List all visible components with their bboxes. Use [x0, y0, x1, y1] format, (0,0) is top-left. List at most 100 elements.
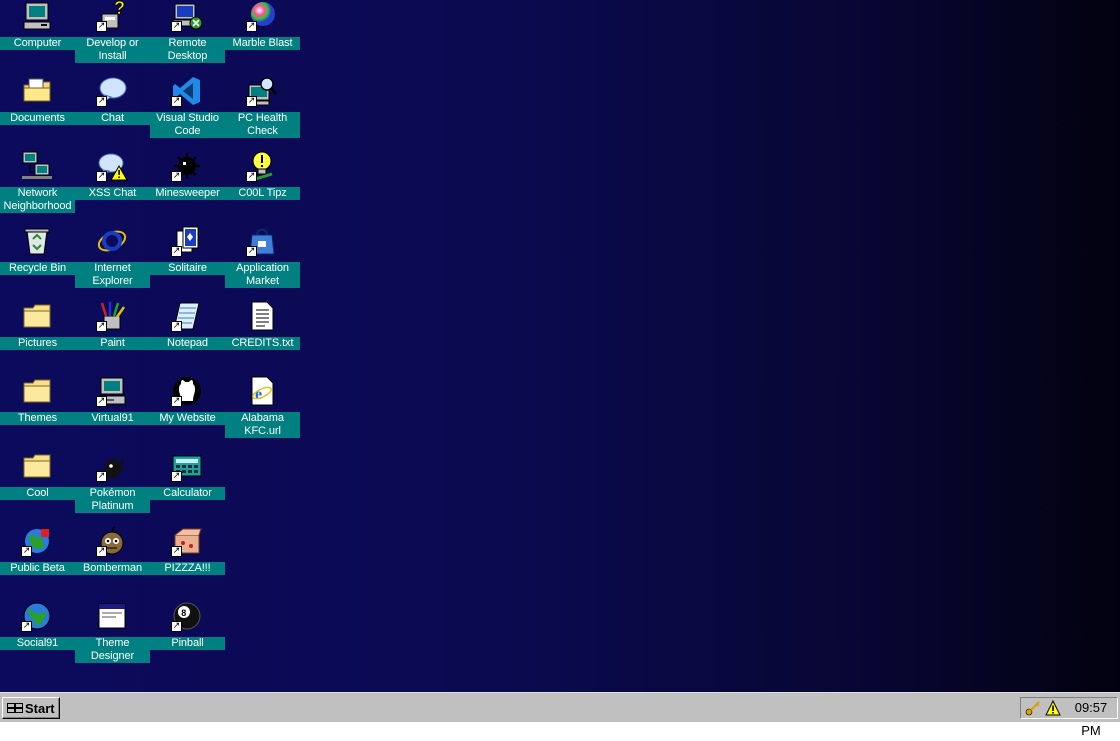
desktop-icon-label: Minesweeper	[150, 187, 225, 200]
shortcut-arrow-icon: ↗	[171, 171, 182, 182]
desktop-icon-label: Bomberman	[75, 562, 150, 575]
marble-icon: ↗	[246, 0, 278, 32]
desktop-icon-label: Internet Explorer	[75, 262, 150, 288]
desktop-icon[interactable]: ↗ Minesweeper	[150, 150, 225, 225]
desktop-icon-label-text: Computer	[0, 37, 75, 50]
desktop-icon[interactable]: ↗ PIZZZA!!!	[150, 525, 225, 600]
shortcut-arrow-icon: ↗	[96, 96, 107, 107]
desktop[interactable]: Computer? ↗ Develop or Install ↗ Remote Desk…	[0, 0, 1120, 692]
desktop-icon[interactable]: ↗ Bomberman	[75, 525, 150, 600]
start-button[interactable]: Start	[2, 697, 60, 719]
desktop-icon[interactable]: ↗ Pokémon Platinum	[75, 450, 150, 525]
github-icon: ↗	[171, 375, 203, 407]
computer-icon	[21, 0, 53, 32]
desktop-icon[interactable]: ↗ Marble Blast	[225, 0, 300, 75]
desktop-icon-label-text: Marble Blast	[225, 37, 300, 50]
desktop-icon-label: XSS Chat	[75, 187, 150, 200]
shortcut-arrow-icon: ↗	[246, 171, 257, 182]
desktop-icon[interactable]: ↗ C00L Tipz	[225, 150, 300, 225]
shortcut-arrow-icon: ↗	[246, 96, 257, 107]
taskbar: Start	[0, 692, 1120, 722]
desktop-icon[interactable]: Themes	[0, 375, 75, 450]
shortcut-arrow-icon: ↗	[21, 546, 32, 557]
desktop-icon-label: Themes	[0, 412, 75, 425]
shortcut-arrow-icon: ↗	[21, 621, 32, 632]
clock-time: 09:57	[1074, 700, 1108, 715]
shortcut-arrow-icon: ↗	[96, 21, 107, 32]
desktop-icon[interactable]: ↗ Social91	[0, 600, 75, 675]
svg-text:?: ?	[114, 0, 125, 18]
desktop-icon-label: Paint	[75, 337, 150, 350]
taskbar-clock[interactable]: 09:57 PM	[1064, 700, 1118, 738]
shortcut-arrow-icon: ↗	[246, 246, 257, 257]
desktop-icon[interactable]: e Alabama KFC.url	[225, 375, 300, 450]
pc-health-icon: ↗	[246, 75, 278, 107]
desktop-icon[interactable]: Cool	[0, 450, 75, 525]
svg-text:8: 8	[181, 608, 186, 618]
desktop-icon-label-text: Chat	[75, 112, 150, 125]
shortcut-arrow-icon: ↗	[171, 396, 182, 407]
desktop-icon[interactable]: Pictures	[0, 300, 75, 375]
desktop-icon-label-text: Visual Studio Code	[150, 112, 225, 138]
desktop-icon[interactable]: ↗ Remote Desktop	[150, 0, 225, 75]
shortcut-arrow-icon: ↗	[171, 621, 182, 632]
desktop-icon[interactable]: Recycle Bin	[0, 225, 75, 300]
desktop-icon-label: Social91	[0, 637, 75, 650]
desktop-icon-label-text: Network Neighborhood	[0, 187, 75, 213]
shortcut-arrow-icon: ↗	[171, 471, 182, 482]
desktop-icon[interactable]: Computer	[0, 0, 75, 75]
desktop-icon[interactable]: ↗ Virtual91	[75, 375, 150, 450]
desktop-icon-label-text: Solitaire	[150, 262, 225, 275]
desktop-icon[interactable]: ↗ My Website	[150, 375, 225, 450]
desktop-icon[interactable]: ↗ Paint	[75, 300, 150, 375]
desktop-icon[interactable]: ? ↗ Develop or Install	[75, 0, 150, 75]
shortcut-arrow-icon: ↗	[171, 96, 182, 107]
desktop-icon-label-text: Cool	[0, 487, 75, 500]
desktop-icon-label: Alabama KFC.url	[225, 412, 300, 438]
desktop-icon-label-text: Pictures	[0, 337, 75, 350]
desktop-icon-label-text: Themes	[0, 412, 75, 425]
pokemon-icon: ↗	[96, 450, 128, 482]
desktop-icon-label: CREDITS.txt	[225, 337, 300, 350]
documents-folder-icon	[21, 75, 53, 107]
desktop-icon[interactable]: 8 ↗ Pinball	[150, 600, 225, 675]
window-icon	[96, 600, 128, 632]
desktop-icon[interactable]: ↗ Chat	[75, 75, 150, 150]
desktop-icon-label-text: Application Market	[225, 262, 300, 288]
shortcut-arrow-icon: ↗	[96, 321, 107, 332]
folder-icon	[21, 450, 53, 482]
desktop-icon[interactable]: ↗ Visual Studio Code	[150, 75, 225, 150]
desktop-icon[interactable]: Documents	[0, 75, 75, 150]
desktop-icon[interactable]: ↗ Public Beta	[0, 525, 75, 600]
key-icon[interactable]	[1025, 700, 1041, 716]
start-label: Start	[25, 700, 55, 716]
desktop-icon[interactable]: CREDITS.txt	[225, 300, 300, 375]
remote-desktop-icon: ↗	[171, 0, 203, 32]
desktop-icon[interactable]: ↗ Application Market	[225, 225, 300, 300]
desktop-icon[interactable]: Internet Explorer	[75, 225, 150, 300]
folder-icon	[21, 375, 53, 407]
desktop-icon-label-text: Social91	[0, 637, 75, 650]
public-beta-icon: ↗	[21, 525, 53, 557]
desktop-icon-label: Theme Designer	[75, 637, 150, 663]
xss-chat-icon: ↗	[96, 150, 128, 182]
desktop-icon-label-text: Pinball	[150, 637, 225, 650]
recycle-bin-icon	[21, 225, 53, 257]
desktop-icon-label-text: Bomberman	[75, 562, 150, 575]
desktop-icon[interactable]: ↗ Notepad	[150, 300, 225, 375]
virtual-computer-icon: ↗	[96, 375, 128, 407]
shortcut-arrow-icon: ↗	[96, 171, 107, 182]
desktop-icon[interactable]: ↗ PC Health Check	[225, 75, 300, 150]
desktop-icon[interactable]: Network Neighborhood	[0, 150, 75, 225]
desktop-icon-label: Solitaire	[150, 262, 225, 275]
desktop-icon[interactable]: ↗ XSS Chat	[75, 150, 150, 225]
app-market-icon: ↗	[246, 225, 278, 257]
url-file-icon: e	[246, 375, 278, 407]
desktop-icon[interactable]: Theme Designer	[75, 600, 150, 675]
desktop-icon[interactable]: ↗ Calculator	[150, 450, 225, 525]
desktop-icon[interactable]: ↗ Solitaire	[150, 225, 225, 300]
desktop-icon-label-text: Pokémon Platinum	[75, 487, 150, 513]
warning-icon[interactable]	[1045, 700, 1061, 716]
desktop-icon-label-text: C00L Tipz	[225, 187, 300, 200]
desktop-icon-label-text: CREDITS.txt	[225, 337, 300, 350]
